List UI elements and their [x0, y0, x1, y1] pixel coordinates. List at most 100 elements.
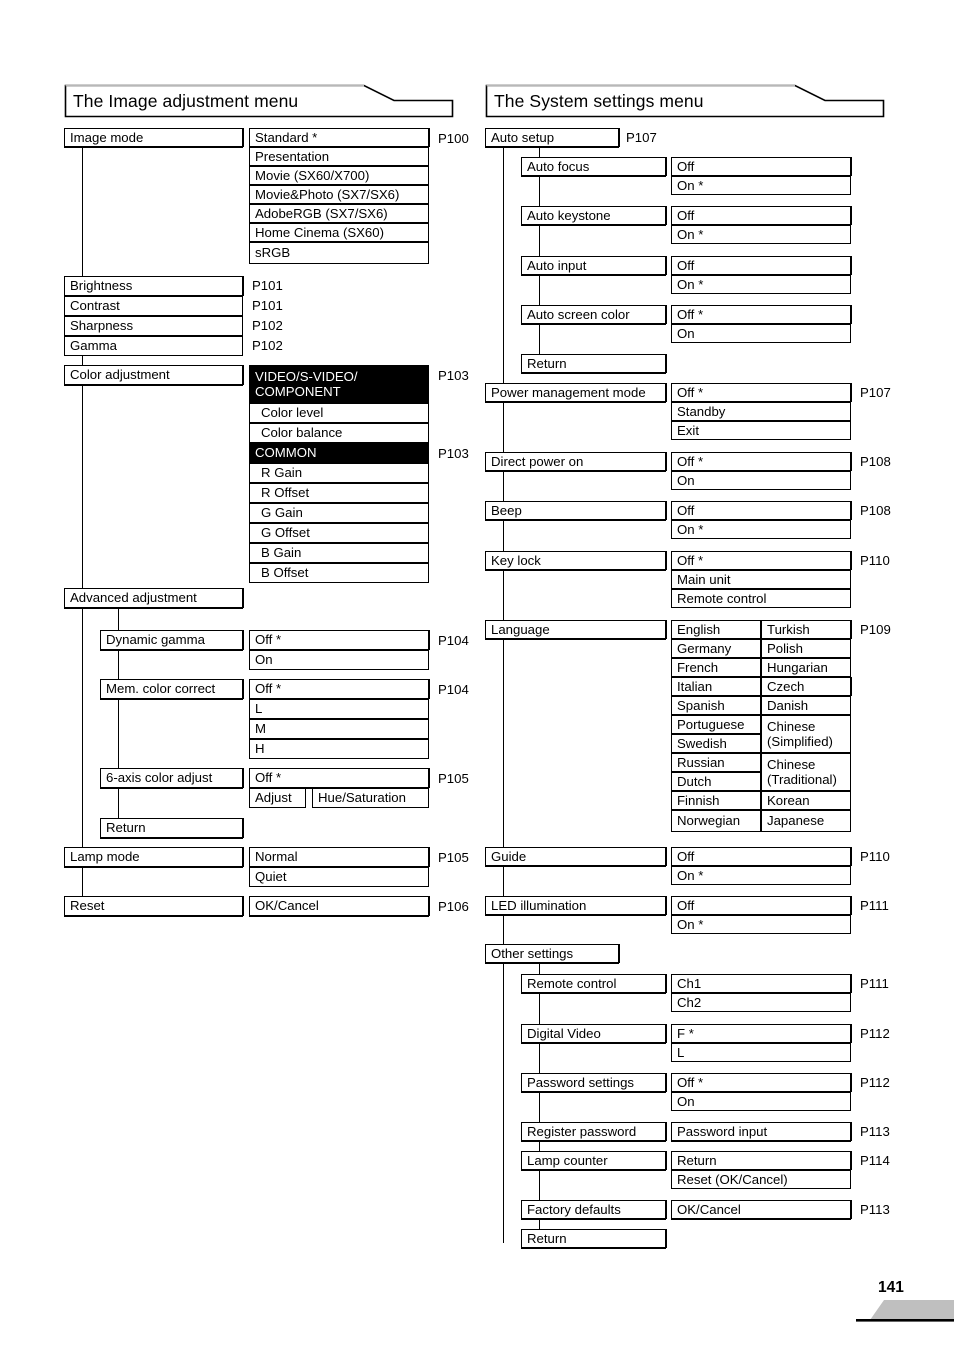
option-sa-hue-saturation[interactable]: Hue/Saturation — [312, 788, 429, 808]
option-presentation[interactable]: Presentation — [249, 147, 429, 166]
menu-item-led-illumination[interactable]: LED illumination — [485, 896, 666, 915]
option-g-gain[interactable]: G Gain — [249, 503, 429, 523]
option-lm-normal[interactable]: Normal — [249, 847, 429, 867]
menu-item-reset[interactable]: Reset — [64, 896, 243, 916]
option-b-offset[interactable]: B Offset — [249, 563, 429, 583]
option-mc-l[interactable]: L — [249, 699, 429, 719]
option-lc-return[interactable]: Return — [671, 1151, 851, 1170]
option-gd-on[interactable]: On * — [671, 866, 851, 885]
menu-item-image-mode[interactable]: Image mode — [64, 128, 243, 147]
option-led-on[interactable]: On * — [671, 915, 851, 934]
option-lm-quiet[interactable]: Quiet — [249, 867, 429, 887]
menu-item-auto-keystone[interactable]: Auto keystone — [521, 206, 666, 225]
option-kl-off[interactable]: Off * — [671, 551, 851, 570]
option-reset-okcancel[interactable]: OK/Cancel — [249, 896, 429, 916]
menu-item-gamma[interactable]: Gamma — [64, 336, 243, 356]
lang-norwegian[interactable]: Norwegian — [671, 810, 761, 832]
option-gd-off[interactable]: Off — [671, 847, 851, 866]
lang-spanish[interactable]: Spanish — [671, 696, 761, 715]
menu-item-register-password[interactable]: Register password — [521, 1122, 666, 1141]
option-common[interactable]: COMMON — [249, 443, 429, 463]
menu-item-auto-focus[interactable]: Auto focus — [521, 157, 666, 176]
option-af-off[interactable]: Off — [671, 157, 851, 176]
lang-japanese[interactable]: Japanese — [761, 810, 851, 832]
lang-swedish[interactable]: Swedish — [671, 734, 761, 753]
option-kl-remote-control[interactable]: Remote control — [671, 589, 851, 608]
option-sa-adjust[interactable]: Adjust — [249, 788, 306, 808]
option-color-balance[interactable]: Color balance — [249, 423, 429, 443]
lang-polish[interactable]: Polish — [761, 639, 851, 658]
option-dp-on[interactable]: On — [671, 471, 851, 490]
menu-item-guide[interactable]: Guide — [485, 847, 666, 866]
menu-item-direct-power-on[interactable]: Direct power on — [485, 452, 666, 471]
option-ak-on[interactable]: On * — [671, 225, 851, 244]
option-dv-l[interactable]: L — [671, 1043, 851, 1062]
option-pm-off[interactable]: Off * — [671, 383, 851, 402]
option-sa-off[interactable]: Off * — [249, 768, 429, 788]
option-adobergb[interactable]: AdobeRGB (SX7/SX6) — [249, 204, 429, 223]
menu-item-lamp-mode[interactable]: Lamp mode — [64, 847, 243, 867]
option-color-level[interactable]: Color level — [249, 403, 429, 423]
option-srgb[interactable]: sRGB — [249, 242, 429, 264]
menu-item-remote-control[interactable]: Remote control — [521, 974, 666, 993]
option-movie-photo[interactable]: Movie&Photo (SX7/SX6) — [249, 185, 429, 204]
option-home-cinema[interactable]: Home Cinema (SX60) — [249, 223, 429, 242]
lang-italian[interactable]: Italian — [671, 677, 761, 696]
lang-portuguese[interactable]: Portuguese — [671, 715, 761, 734]
option-rc-ch1[interactable]: Ch1 — [671, 974, 851, 993]
option-password-input[interactable]: Password input — [671, 1122, 851, 1141]
lang-french[interactable]: French — [671, 658, 761, 677]
lang-chinese-traditional[interactable]: Chinese (Traditional) — [761, 753, 851, 791]
option-rc-ch2[interactable]: Ch2 — [671, 993, 851, 1012]
option-pm-standby[interactable]: Standby — [671, 402, 851, 421]
option-r-offset[interactable]: R Offset — [249, 483, 429, 503]
option-mc-off[interactable]: Off * — [249, 679, 429, 699]
option-kl-main-unit[interactable]: Main unit — [671, 570, 851, 589]
menu-item-key-lock[interactable]: Key lock — [485, 551, 666, 570]
menu-item-auto-setup[interactable]: Auto setup — [485, 128, 619, 147]
option-lc-reset[interactable]: Reset (OK/Cancel) — [671, 1170, 851, 1189]
option-dg-off[interactable]: Off * — [249, 630, 429, 650]
option-dp-off[interactable]: Off * — [671, 452, 851, 471]
menu-item-sharpness[interactable]: Sharpness — [64, 316, 243, 336]
option-af-on[interactable]: On * — [671, 176, 851, 195]
option-bp-on[interactable]: On * — [671, 520, 851, 539]
menu-item-factory-defaults[interactable]: Factory defaults — [521, 1200, 666, 1219]
menu-item-digital-video[interactable]: Digital Video — [521, 1024, 666, 1043]
lang-hungarian[interactable]: Hungarian — [761, 658, 851, 677]
menu-item-mem-color-correct[interactable]: Mem. color correct — [100, 679, 243, 699]
lang-korean[interactable]: Korean — [761, 791, 851, 810]
menu-item-power-management-mode[interactable]: Power management mode — [485, 383, 666, 402]
menu-item-password-settings[interactable]: Password settings — [521, 1073, 666, 1092]
option-fd-okcancel[interactable]: OK/Cancel — [671, 1200, 851, 1219]
option-g-offset[interactable]: G Offset — [249, 523, 429, 543]
lang-chinese-simplified[interactable]: Chinese (Simplified) — [761, 715, 851, 753]
lang-russian[interactable]: Russian — [671, 753, 761, 772]
menu-item-dynamic-gamma[interactable]: Dynamic gamma — [100, 630, 243, 650]
lang-finnish[interactable]: Finnish — [671, 791, 761, 810]
option-dg-on[interactable]: On — [249, 650, 429, 670]
option-dv-f[interactable]: F * — [671, 1024, 851, 1043]
lang-english[interactable]: English — [671, 620, 761, 639]
menu-item-language[interactable]: Language — [485, 620, 666, 639]
menu-item-return-other-settings[interactable]: Return — [521, 1229, 666, 1248]
menu-item-return-auto-setup[interactable]: Return — [521, 354, 666, 373]
option-pm-exit[interactable]: Exit — [671, 421, 851, 440]
option-mc-h[interactable]: H — [249, 739, 429, 759]
menu-item-color-adjustment[interactable]: Color adjustment — [64, 365, 243, 385]
option-ps-on[interactable]: On — [671, 1092, 851, 1111]
menu-item-contrast[interactable]: Contrast — [64, 296, 243, 316]
menu-item-auto-input[interactable]: Auto input — [521, 256, 666, 275]
menu-item-brightness[interactable]: Brightness — [64, 276, 243, 296]
option-video-svideo-component[interactable]: VIDEO/S-VIDEO/COMPONENT — [249, 365, 429, 403]
lang-danish[interactable]: Danish — [761, 696, 851, 715]
option-as-on[interactable]: On — [671, 324, 851, 343]
option-ai-off[interactable]: Off — [671, 256, 851, 275]
menu-item-return-advanced[interactable]: Return — [100, 818, 243, 838]
lang-dutch[interactable]: Dutch — [671, 772, 761, 791]
option-as-off[interactable]: Off * — [671, 305, 851, 324]
option-bp-off[interactable]: Off — [671, 501, 851, 520]
menu-item-6-axis-color-adjust[interactable]: 6-axis color adjust — [100, 768, 243, 788]
option-standard[interactable]: Standard * — [249, 128, 429, 147]
option-movie[interactable]: Movie (SX60/X700) — [249, 166, 429, 185]
